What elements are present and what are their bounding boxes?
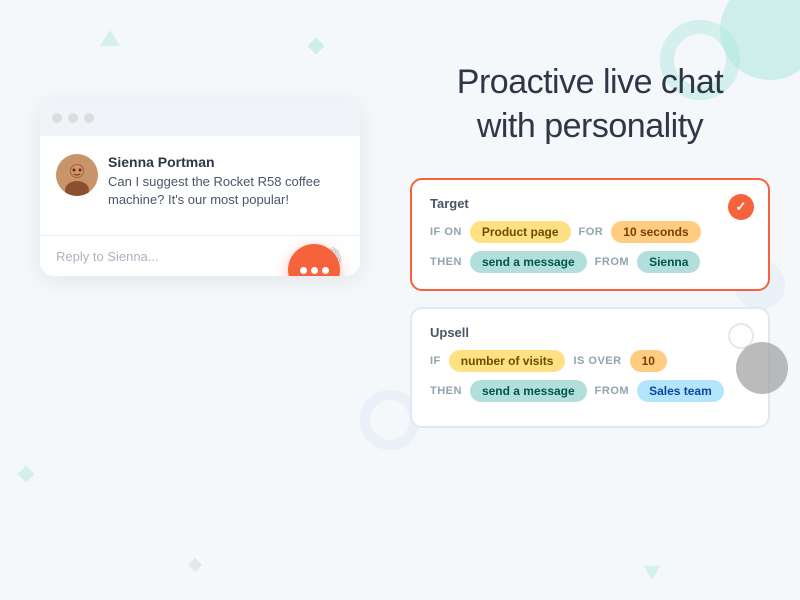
headline-line1: Proactive live chat	[457, 63, 723, 101]
target-card-check: ✓	[728, 194, 754, 220]
header-dot-2	[68, 113, 78, 123]
label-from-2: FROM	[595, 385, 629, 397]
target-row-1: IF ON Product page FOR 10 seconds	[430, 221, 750, 243]
headline: Proactive live chat with personality	[410, 60, 770, 148]
header-dot-3	[84, 113, 94, 123]
tag-10: 10	[630, 350, 667, 372]
tag-sienna: Sienna	[637, 251, 700, 273]
tag-number-of-visits: number of visits	[449, 350, 566, 372]
cards-area: Target ✓ IF ON Product page FOR 10 secon…	[410, 178, 770, 428]
chat-message-row: Sienna Portman Can I suggest the Rocket …	[56, 154, 344, 209]
label-is-over: IS OVER	[573, 355, 621, 367]
label-then-1: THEN	[430, 256, 462, 268]
right-panel: Proactive live chat with personality Tar…	[400, 0, 800, 600]
label-if: IF	[430, 355, 441, 367]
agent-name: Sienna Portman	[108, 154, 344, 170]
upsell-overlay-circle	[736, 342, 788, 394]
header-dot-1	[52, 113, 62, 123]
label-if-on: IF ON	[430, 226, 462, 238]
trigger-dot-3	[322, 267, 329, 274]
label-then-2: THEN	[430, 385, 462, 397]
message-bubble: Sienna Portman Can I suggest the Rocket …	[108, 154, 344, 209]
tag-send-message-1: send a message	[470, 251, 587, 273]
label-for: FOR	[579, 226, 604, 238]
upsell-row-2: THEN send a message FROM Sales team	[430, 380, 750, 402]
tag-10-seconds: 10 seconds	[611, 221, 700, 243]
chat-header	[40, 100, 360, 136]
chat-window: Sienna Portman Can I suggest the Rocket …	[40, 100, 360, 276]
target-card-title: Target	[430, 196, 750, 211]
trigger-dot-2	[311, 267, 318, 274]
headline-text: Proactive live chat with personality	[410, 60, 770, 148]
upsell-card[interactable]: Upsell IF number of visits IS OVER 10 TH…	[410, 307, 770, 428]
check-icon: ✓	[736, 199, 747, 215]
left-panel: Sienna Portman Can I suggest the Rocket …	[0, 0, 400, 600]
upsell-row-1: IF number of visits IS OVER 10	[430, 350, 750, 372]
headline-line2: with personality	[477, 107, 703, 145]
tag-send-message-2: send a message	[470, 380, 587, 402]
agent-message: Can I suggest the Rocket R58 coffee mach…	[108, 173, 344, 209]
tag-sales-team: Sales team	[637, 380, 724, 402]
chat-body: Sienna Portman Can I suggest the Rocket …	[40, 136, 360, 235]
avatar	[56, 154, 98, 196]
trigger-dot-1	[300, 267, 307, 274]
target-card[interactable]: Target ✓ IF ON Product page FOR 10 secon…	[410, 178, 770, 291]
tag-product-page: Product page	[470, 221, 571, 243]
target-row-2: THEN send a message FROM Sienna	[430, 251, 750, 273]
label-from-1: FROM	[595, 256, 629, 268]
reply-placeholder: Reply to Sienna...	[56, 249, 159, 264]
upsell-card-title: Upsell	[430, 325, 750, 340]
